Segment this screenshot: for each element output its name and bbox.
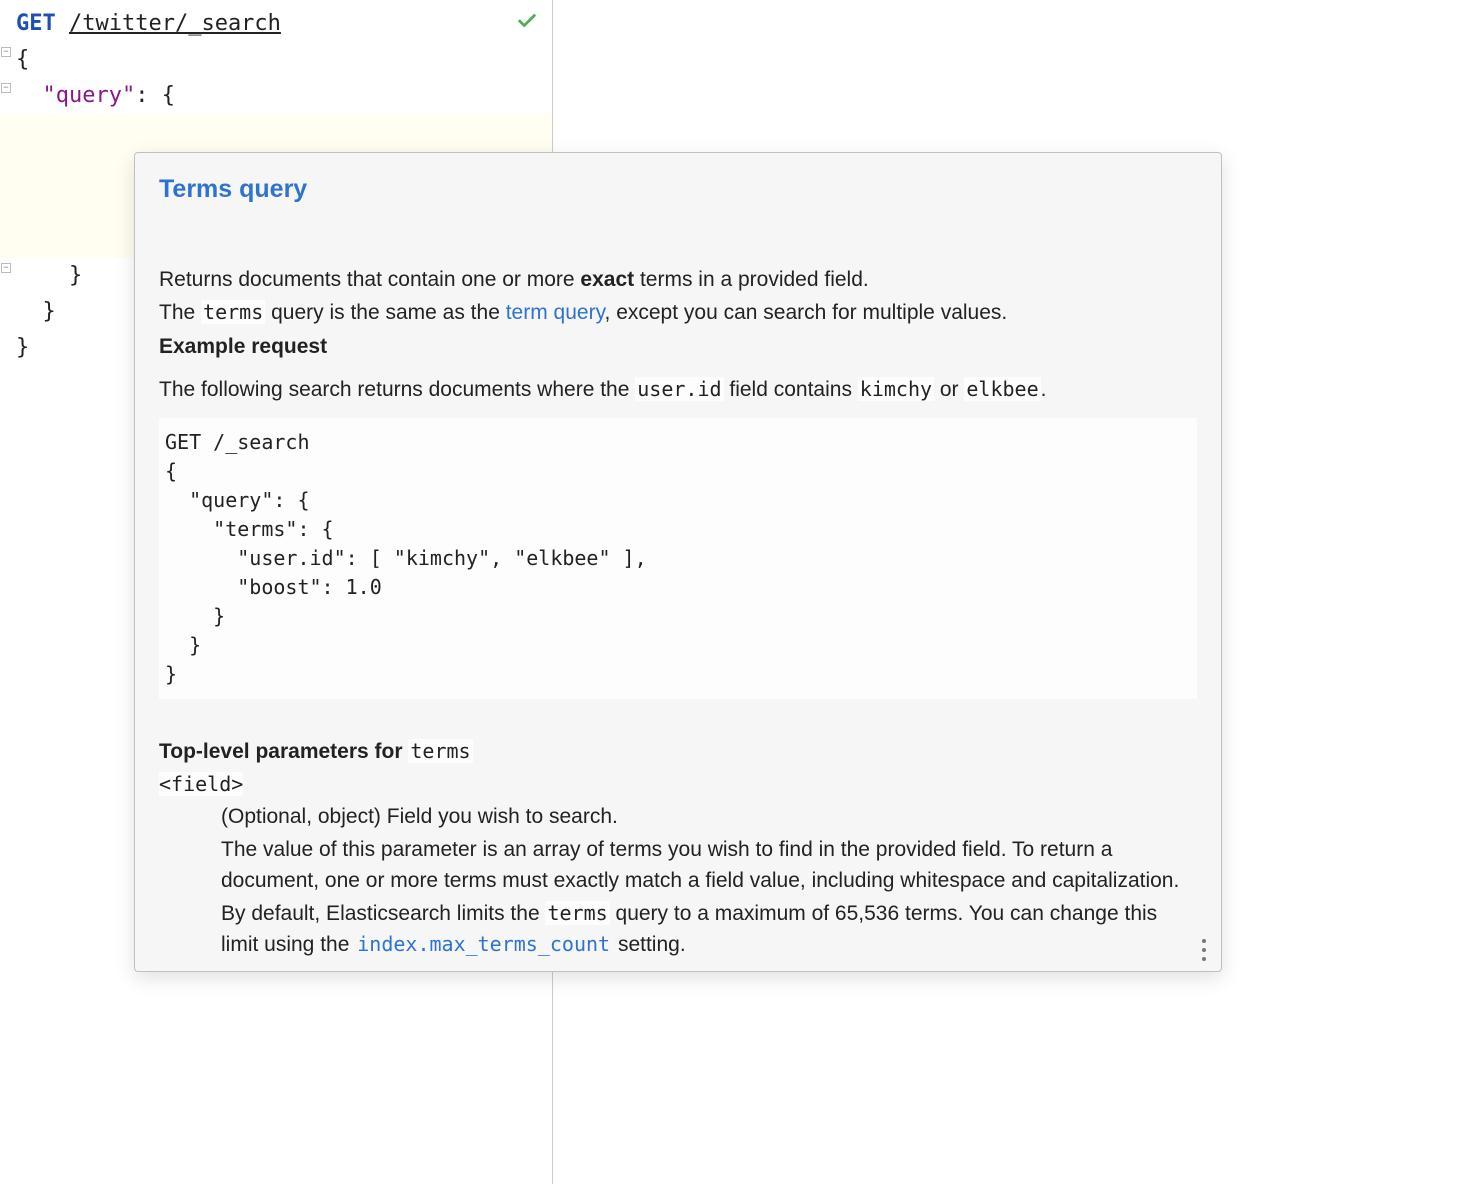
more-options-icon[interactable]: [1195, 937, 1213, 963]
code-line[interactable]: GET /twitter/_search: [0, 6, 552, 42]
http-method: GET: [16, 11, 56, 36]
term-query-link[interactable]: term query: [506, 301, 605, 324]
doc-title: Terms query: [159, 175, 1197, 204]
param-desc-2: The value of this parameter is an array …: [221, 834, 1197, 896]
param-field-name: <field>: [159, 772, 243, 796]
example-code-block[interactable]: GET /_search { "query": { "terms": { "us…: [159, 418, 1197, 699]
param-desc-1: (Optional, object) Field you wish to sea…: [221, 801, 1197, 832]
code-line[interactable]: {: [0, 42, 552, 78]
documentation-popup: Terms query Returns documents that conta…: [134, 152, 1222, 972]
code-line[interactable]: "query": {: [0, 78, 552, 114]
request-url: /twitter/_search: [69, 11, 281, 36]
param-desc-3: By default, Elasticsearch limits the ter…: [221, 898, 1197, 960]
example-description: The following search returns documents w…: [159, 373, 1197, 406]
doc-intro-line1: Returns documents that contain one or mo…: [159, 264, 1197, 296]
index-max-terms-count-link[interactable]: index.max_terms_count: [355, 932, 612, 956]
parameters-heading: Top-level parameters for terms: [159, 735, 1197, 768]
example-request-heading: Example request: [159, 331, 1197, 363]
doc-intro-line2: The terms query is the same as the term …: [159, 296, 1197, 329]
lightbulb-icon[interactable]: [20, 120, 40, 140]
